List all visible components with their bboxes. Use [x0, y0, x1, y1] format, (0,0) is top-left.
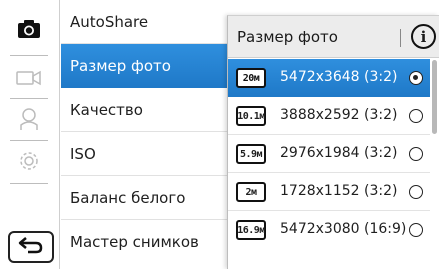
photo-size-panel: Размер фото i 20м 5472x3648 (3:2) 10.1м … — [227, 15, 439, 269]
radio-button[interactable] — [409, 71, 423, 85]
divider — [10, 183, 48, 184]
option-row[interactable]: 16.9м 5472x3080 (16:9) — [228, 211, 430, 249]
camera-icon — [17, 19, 41, 43]
resolution-icon: 10.1м — [236, 106, 266, 126]
menu-item-label: Баланс белого — [70, 188, 186, 207]
info-icon[interactable]: i — [411, 24, 436, 49]
option-row[interactable]: 10.1м 3888x2592 (3:2) — [228, 97, 430, 135]
menu-item-label: Мастер снимков — [70, 233, 199, 251]
menu-item-label: ISO — [70, 144, 96, 163]
settings-mode-tab[interactable] — [6, 146, 52, 180]
scrollbar[interactable] — [432, 60, 437, 134]
panel-title: Размер фото — [237, 27, 338, 46]
resolution-icon: 5.9м — [236, 144, 266, 164]
menu-item-white-balance[interactable]: Баланс белого — [61, 176, 229, 220]
person-mode-tab[interactable] — [6, 104, 52, 138]
option-label: 5472x3648 (3:2) — [280, 69, 398, 85]
option-label: 2976x1984 (3:2) — [280, 145, 398, 161]
back-arrow-icon — [18, 236, 44, 258]
menu-item-shot-wizard[interactable]: Мастер снимков — [61, 220, 229, 264]
settings-menu: AutoShare Размер фото Качество ISO Балан… — [61, 0, 229, 269]
menu-item-autoshare[interactable]: AutoShare — [61, 0, 229, 44]
mode-sidebar — [0, 0, 60, 269]
menu-item-photo-size[interactable]: Размер фото — [61, 44, 229, 88]
divider — [10, 55, 48, 56]
back-button[interactable] — [8, 231, 54, 263]
option-label: 1728x1152 (3:2) — [280, 183, 398, 199]
resolution-icon: 20м — [236, 68, 266, 88]
resolution-icon: 16.9м — [236, 220, 266, 240]
panel-header: Размер фото i — [228, 16, 439, 58]
video-mode-tab[interactable] — [6, 63, 52, 97]
menu-item-label: AutoShare — [70, 12, 149, 31]
option-label: 3888x2592 (3:2) — [280, 107, 398, 123]
menu-item-label: Качество — [70, 100, 143, 119]
option-row[interactable]: 5.9м 2976x1984 (3:2) — [228, 135, 430, 173]
video-icon — [16, 70, 42, 90]
resolution-icon: 2м — [236, 182, 266, 202]
menu-item-iso[interactable]: ISO — [61, 132, 229, 176]
radio-button[interactable] — [409, 185, 423, 199]
radio-button[interactable] — [409, 223, 423, 237]
menu-item-label: Размер фото — [70, 56, 171, 75]
camera-mode-tab[interactable] — [6, 14, 52, 48]
option-label: 5472x3080 (16:9) — [280, 221, 407, 237]
radio-button[interactable] — [409, 109, 423, 123]
person-icon — [19, 107, 39, 135]
divider — [10, 98, 48, 99]
option-row[interactable]: 2м 1728x1152 (3:2) — [228, 173, 430, 211]
menu-item-quality[interactable]: Качество — [61, 88, 229, 132]
divider — [10, 140, 48, 141]
header-divider — [400, 29, 401, 47]
option-row[interactable]: 20м 5472x3648 (3:2) — [228, 59, 430, 97]
radio-button[interactable] — [409, 147, 423, 161]
gear-icon — [17, 149, 41, 177]
